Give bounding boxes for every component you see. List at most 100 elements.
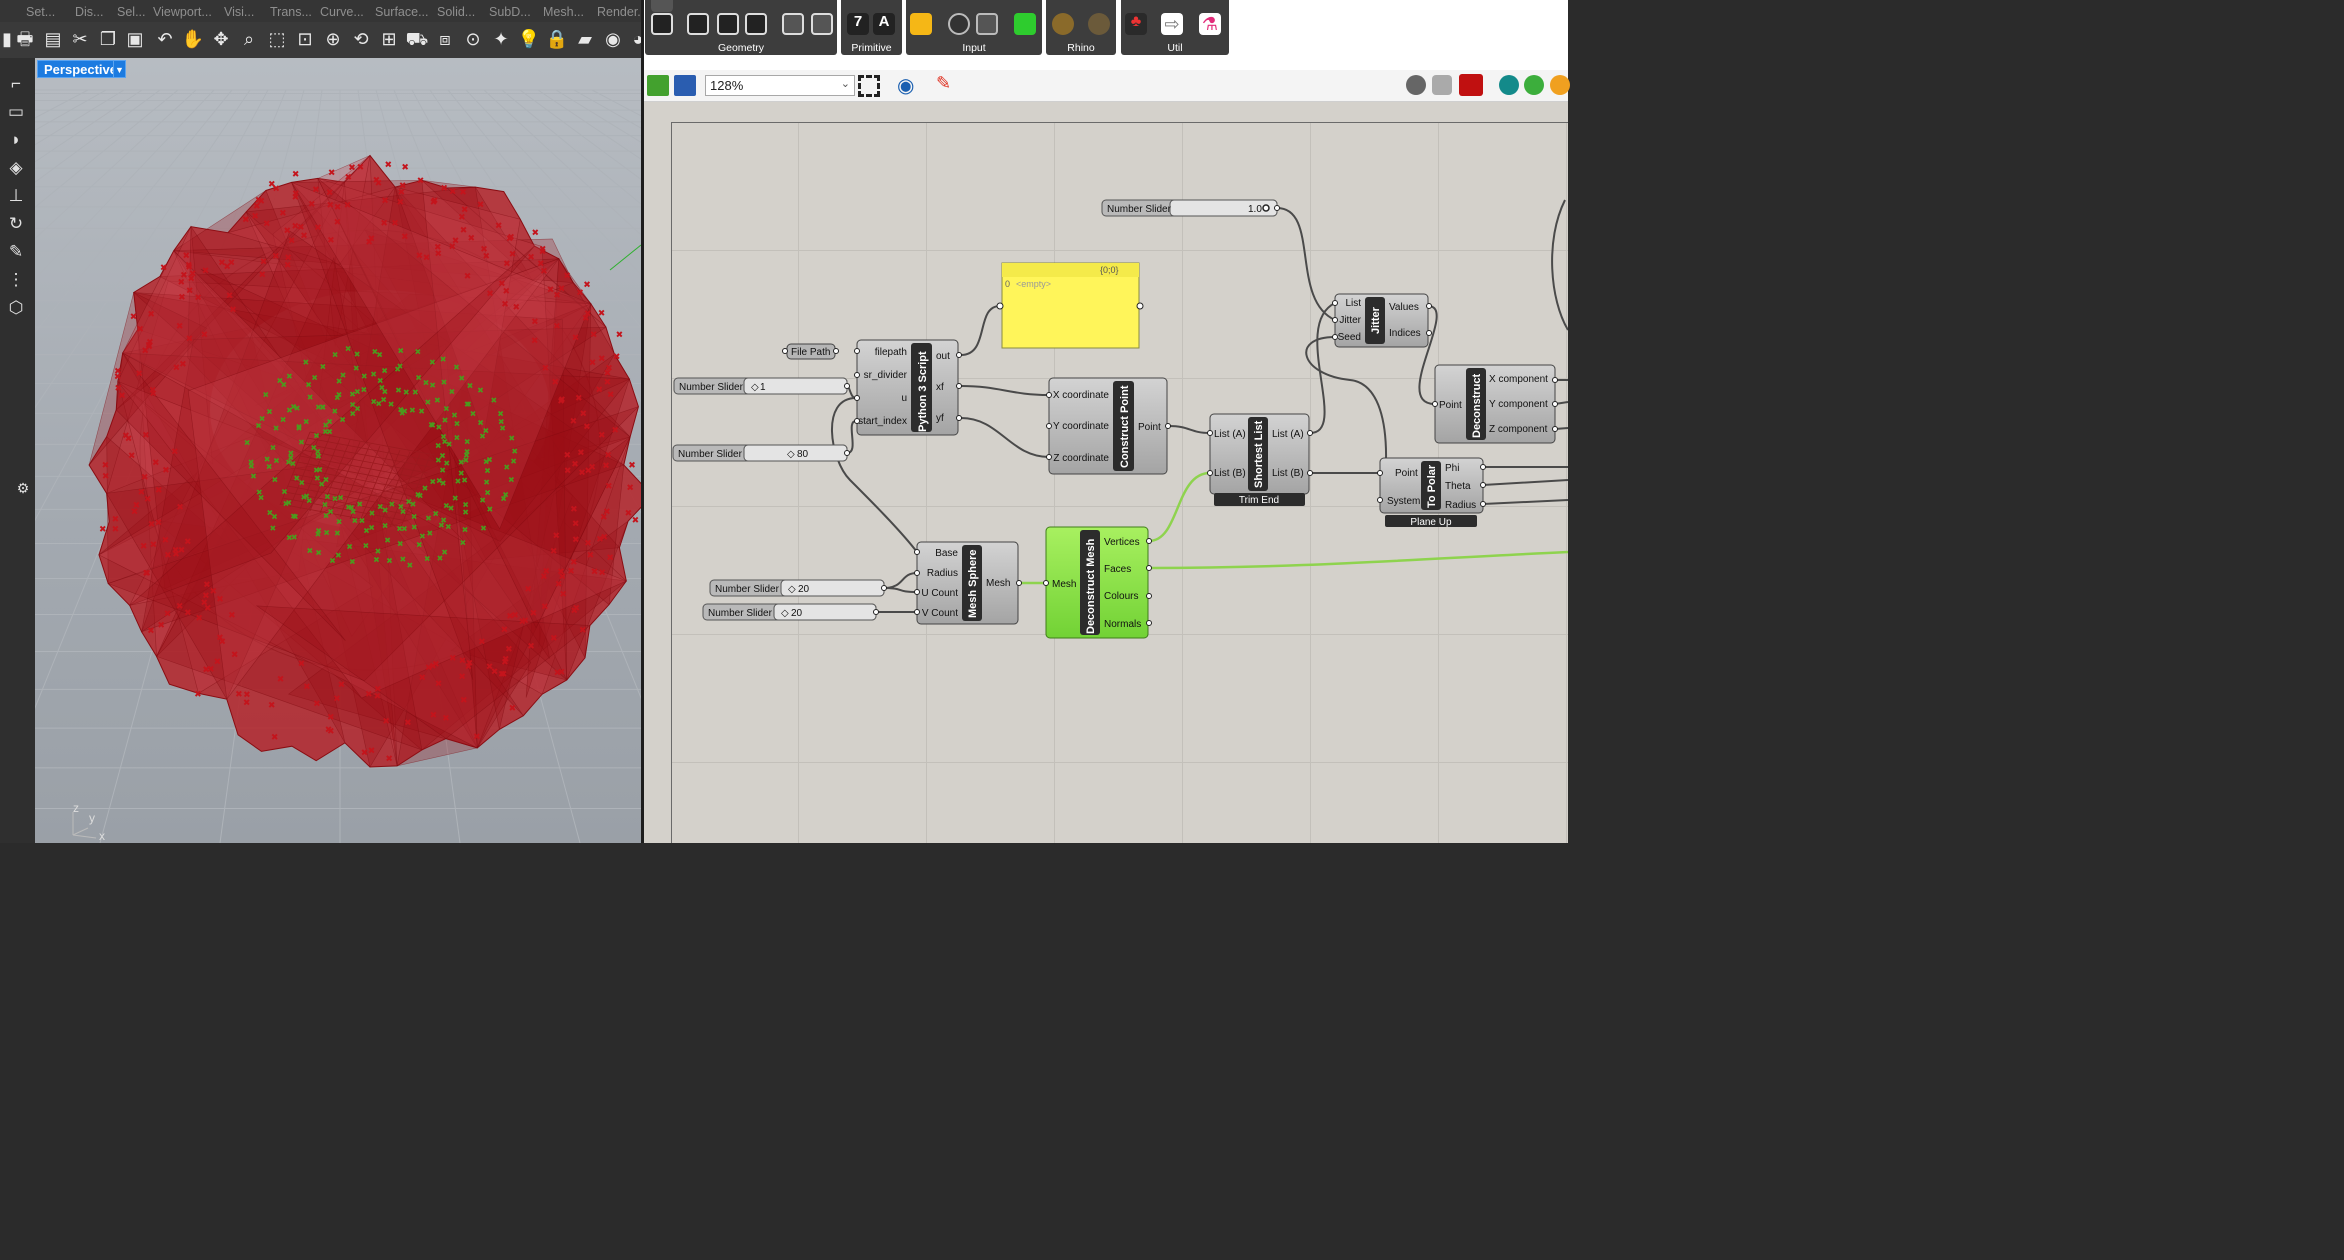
zoom-level-select[interactable]: 128% ⌄ <box>705 75 855 96</box>
grid-icon[interactable]: ⧈ <box>432 26 458 52</box>
ribbon-group-geometry[interactable]: Geometry <box>645 0 837 55</box>
ribbon-group-rhino[interactable]: Rhino <box>1046 0 1116 55</box>
pan-icon[interactable]: ✋ <box>180 26 206 52</box>
output-yf: yf <box>936 413 944 424</box>
layers-icon[interactable]: ▰ <box>572 26 598 52</box>
ribbon-group-primitive[interactable]: 7 A Primitive <box>841 0 902 55</box>
deconstruct-mesh-component[interactable]: Deconstruct Mesh Mesh Vertices Faces Col… <box>1045 526 1149 639</box>
transform-icon[interactable]: ↻ <box>3 212 29 236</box>
grasshopper-canvas[interactable]: Number Slider 1.0 {0;0} 0 <empty> File P… <box>644 102 1568 843</box>
zoom-window-icon[interactable]: ⬚ <box>264 26 290 52</box>
tab-visibility[interactable]: Visi... <box>224 5 254 19</box>
undo-icon[interactable]: ↶ <box>152 26 178 52</box>
cut-icon[interactable]: ✂ <box>67 26 93 52</box>
svg-text:✖: ✖ <box>425 514 432 523</box>
osnap-icon[interactable]: ⊙ <box>460 26 486 52</box>
ribbon-group-util[interactable]: ♣ ⇨ ⚗ Util <box>1121 0 1229 55</box>
preview-mode-wire-icon[interactable] <box>1406 75 1426 95</box>
tab-set[interactable]: Set... <box>26 5 55 19</box>
shortest-list-component[interactable]: Shortest List List (A) List (B) List (A)… <box>1209 413 1310 506</box>
svg-text:✖: ✖ <box>446 440 453 449</box>
open-file-icon[interactable] <box>647 75 669 96</box>
surface-icon[interactable]: ◗ <box>3 128 29 152</box>
document-preview-icon[interactable] <box>1499 75 1519 95</box>
svg-text:✖: ✖ <box>429 358 436 367</box>
preview-eye-icon[interactable]: ◉ <box>897 73 914 98</box>
dimension-icon[interactable]: ⊥ <box>3 184 29 208</box>
zoom-icon[interactable]: ⌕ <box>236 26 262 52</box>
analyze-icon[interactable]: ⋮ <box>3 268 29 292</box>
undo-view-icon[interactable]: ⟲ <box>348 26 374 52</box>
preview-mode-selected-icon[interactable] <box>1459 74 1483 96</box>
python3-script-component[interactable]: Python 3 Script filepath sr_divider u st… <box>854 339 962 436</box>
copy-icon[interactable]: ❐ <box>95 26 121 52</box>
settings-gear-icon[interactable]: ⚙ <box>10 476 36 500</box>
svg-text:✖: ✖ <box>590 330 598 340</box>
svg-text:✖: ✖ <box>570 557 578 567</box>
tab-transform[interactable]: Trans... <box>270 5 312 19</box>
save-icon[interactable]: ▤ <box>40 26 66 52</box>
mesh-tool-icon[interactable]: ⬡ <box>3 296 29 320</box>
perspective-viewport[interactable]: ✖ ✖ ✖ ✖ ✖ ✖ ✖ ✖ ✖ ✖ ✖ ✖ ✖ ✖ ✖ ✖ ✖ ✖ ✖ ✖ ✖ ✖ ✖ ✖ ✖ ✖ ✖ ✖ ✖ ✖ ✖ ✖ ✖ ✖ ✖ ✖ ✖ ✖ ✖ ✖… <box>35 58 641 843</box>
car-icon[interactable]: ⛟ <box>404 26 430 52</box>
paste-icon[interactable]: ▣ <box>122 26 148 52</box>
lock-icon[interactable]: 🔒 <box>544 26 570 52</box>
jitter-component[interactable]: Jitter List Jitter Seed Values Indices <box>1334 293 1429 348</box>
number-slider-jitter[interactable]: Number Slider 1.0 <box>1101 199 1278 217</box>
edit-icon[interactable]: ✎ <box>3 240 29 264</box>
geometry-surface-icon <box>782 13 804 35</box>
viewport-title-tab[interactable]: Perspective <box>37 60 124 78</box>
number-slider-divider[interactable]: Number Slider ◇ 1 <box>673 377 848 395</box>
number-slider-u-count[interactable]: Number Slider ◇ 20 <box>709 579 885 597</box>
svg-text:✖: ✖ <box>339 416 346 425</box>
panel-output[interactable]: {0;0} 0 <empty> <box>996 262 1144 349</box>
svg-text:✖: ✖ <box>508 434 515 443</box>
chevron-down-icon: ⌄ <box>840 78 850 90</box>
color-wheel-icon[interactable]: ◉ <box>600 26 626 52</box>
svg-text:✖: ✖ <box>328 167 336 177</box>
rotate-view-icon[interactable]: ✥ <box>208 26 234 52</box>
tab-display[interactable]: Dis... <box>75 5 103 19</box>
polyline-icon[interactable]: ⌐ <box>3 72 29 96</box>
to-polar-component[interactable]: To Polar Point System Phi Theta Radius P… <box>1379 457 1484 528</box>
solid-icon[interactable]: ◈ <box>3 156 29 180</box>
preview-mode-shaded-icon[interactable] <box>1432 75 1452 95</box>
svg-text:✖: ✖ <box>443 405 450 414</box>
viewport-menu-dropdown-icon[interactable]: ▼ <box>113 60 126 78</box>
svg-text:✖: ✖ <box>570 416 578 426</box>
zoom-extents-icon[interactable]: ⊡ <box>292 26 318 52</box>
construct-point-component[interactable]: Construct Point X coordinate Y coordinat… <box>1048 377 1168 475</box>
save-file-icon[interactable] <box>674 75 696 96</box>
tab-curve[interactable]: Curve... <box>320 5 364 19</box>
file-path-param[interactable]: File Path <box>782 343 839 360</box>
light-icon[interactable]: 💡 <box>516 26 542 52</box>
tab-surface[interactable]: Surface... <box>375 5 429 19</box>
svg-text:✖: ✖ <box>332 495 339 504</box>
svg-text:✖: ✖ <box>256 488 263 497</box>
print-icon[interactable]: 🖶 <box>12 26 38 52</box>
mesh-sphere-component[interactable]: Mesh Sphere Base Radius U Count V Count … <box>916 541 1019 625</box>
rectangle-icon[interactable]: ▭ <box>3 100 29 124</box>
number-slider-start-index[interactable]: Number Slider ◇ 80 <box>672 444 848 462</box>
deconstruct-point-component[interactable]: Deconstruct Point X component Y componen… <box>1434 364 1556 444</box>
points-icon[interactable]: ✦ <box>488 26 514 52</box>
zoom-extents-icon[interactable] <box>858 75 880 97</box>
mesh-quality-icon[interactable] <box>1524 75 1544 95</box>
svg-text:✖: ✖ <box>553 530 561 540</box>
tab-viewport[interactable]: Viewport... <box>153 5 212 19</box>
number-slider-v-count[interactable]: Number Slider ◇ 20 <box>702 603 877 621</box>
sketch-pen-icon[interactable]: ✎ <box>936 73 951 94</box>
custom-preview-icon[interactable] <box>1550 75 1570 95</box>
svg-text:✖: ✖ <box>314 474 321 483</box>
svg-text:✖: ✖ <box>480 244 488 254</box>
tab-subd[interactable]: SubD... <box>489 5 531 19</box>
zoom-selected-icon[interactable]: ⊕ <box>320 26 346 52</box>
svg-text:✖: ✖ <box>243 689 251 699</box>
svg-text:✖: ✖ <box>327 712 335 722</box>
tab-mesh[interactable]: Mesh... <box>543 5 584 19</box>
tab-select[interactable]: Sel... <box>117 5 146 19</box>
tab-solid[interactable]: Solid... <box>437 5 475 19</box>
four-viewports-icon[interactable]: ⊞ <box>376 26 402 52</box>
ribbon-group-input[interactable]: Input <box>906 0 1042 55</box>
svg-text:✖: ✖ <box>331 407 338 416</box>
